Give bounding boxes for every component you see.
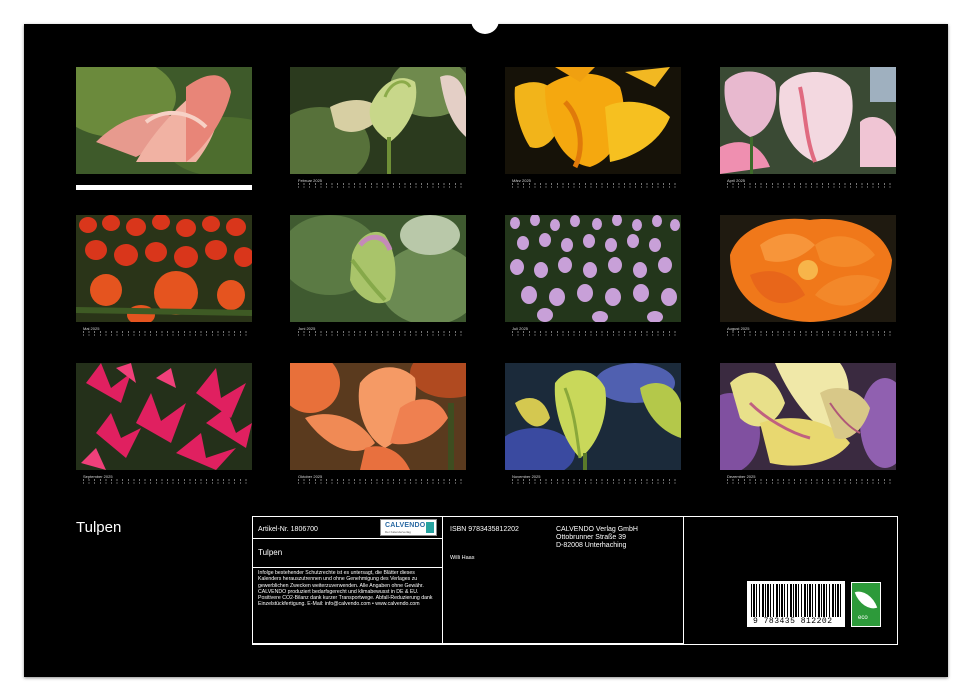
- photo-month-6: [290, 215, 466, 322]
- day-grid-4: [727, 183, 895, 189]
- purple-tulips-field-photo: [505, 215, 681, 322]
- photo-month-5: [76, 215, 252, 322]
- day-grid-3: [512, 183, 680, 189]
- photo-month-11: [505, 363, 681, 470]
- salmon-tulip-photo: [290, 363, 466, 470]
- photo-month-7: [505, 215, 681, 322]
- publisher-line-2: Ottobrunner Straße 39: [556, 534, 627, 541]
- magenta-lily-tulips-photo: [76, 363, 252, 470]
- photo-month-1-border: [76, 185, 252, 190]
- day-grid-7: [512, 331, 680, 337]
- barcode-bars: [751, 584, 841, 617]
- leaf-icon: [854, 586, 878, 614]
- calvendo-logo: CALVENDO Der Kalenderverlag: [380, 519, 437, 536]
- day-grid-5: [83, 331, 251, 337]
- photo-month-10: [290, 363, 466, 470]
- day-grid-11: [512, 479, 680, 485]
- green-tulip-photo: [290, 67, 466, 174]
- green-bud-tulip-photo: [290, 215, 466, 322]
- author: Willi Haas: [450, 555, 475, 561]
- barcode-number: 9 783435 812202: [753, 617, 833, 626]
- yellow-tulip-photo: [505, 67, 681, 174]
- photo-month-8: [720, 215, 896, 322]
- photo-month-1: [76, 67, 252, 174]
- product-title: Tulpen: [258, 548, 283, 557]
- calvendo-mark-icon: [426, 522, 434, 533]
- photo-month-4: [720, 67, 896, 174]
- photo-month-2: [290, 67, 466, 174]
- calendar-title: Tulpen: [76, 519, 122, 536]
- day-grid-10: [298, 479, 466, 485]
- isbn: ISBN 9783435812202: [450, 526, 519, 533]
- day-grid-8: [727, 331, 895, 337]
- parrot-tulip-photo: [720, 363, 896, 470]
- day-grid-6: [298, 331, 466, 337]
- legal-notice: Infolge bestehender Schutzrechte ist es …: [258, 570, 433, 608]
- day-grid-12: [727, 479, 895, 485]
- eco-label: eco: [858, 615, 868, 621]
- pink-tulip-photo: [76, 67, 252, 174]
- day-grid-2: [298, 183, 466, 189]
- photo-month-3: [505, 67, 681, 174]
- white-pink-tulips-photo: [720, 67, 896, 174]
- eco-badge: eco: [851, 582, 881, 627]
- isbn-barcode: 9 783435 812202: [747, 581, 845, 627]
- photo-month-12: [720, 363, 896, 470]
- publisher-line-1: CALVENDO Verlag GmbH: [556, 526, 638, 533]
- yellow-green-tulips-photo: [505, 363, 681, 470]
- day-grid-9: [83, 479, 251, 485]
- publisher-line-3: D-82008 Unterhaching: [556, 542, 627, 549]
- photo-month-9: [76, 363, 252, 470]
- calvendo-logo-tagline: Der Kalenderverlag: [385, 530, 411, 534]
- calvendo-logo-text: CALVENDO: [385, 522, 426, 529]
- red-tulips-field-photo: [76, 215, 252, 322]
- article-number: Artikel-Nr. 1806700: [258, 526, 318, 533]
- orange-peony-tulip-photo: [720, 215, 896, 322]
